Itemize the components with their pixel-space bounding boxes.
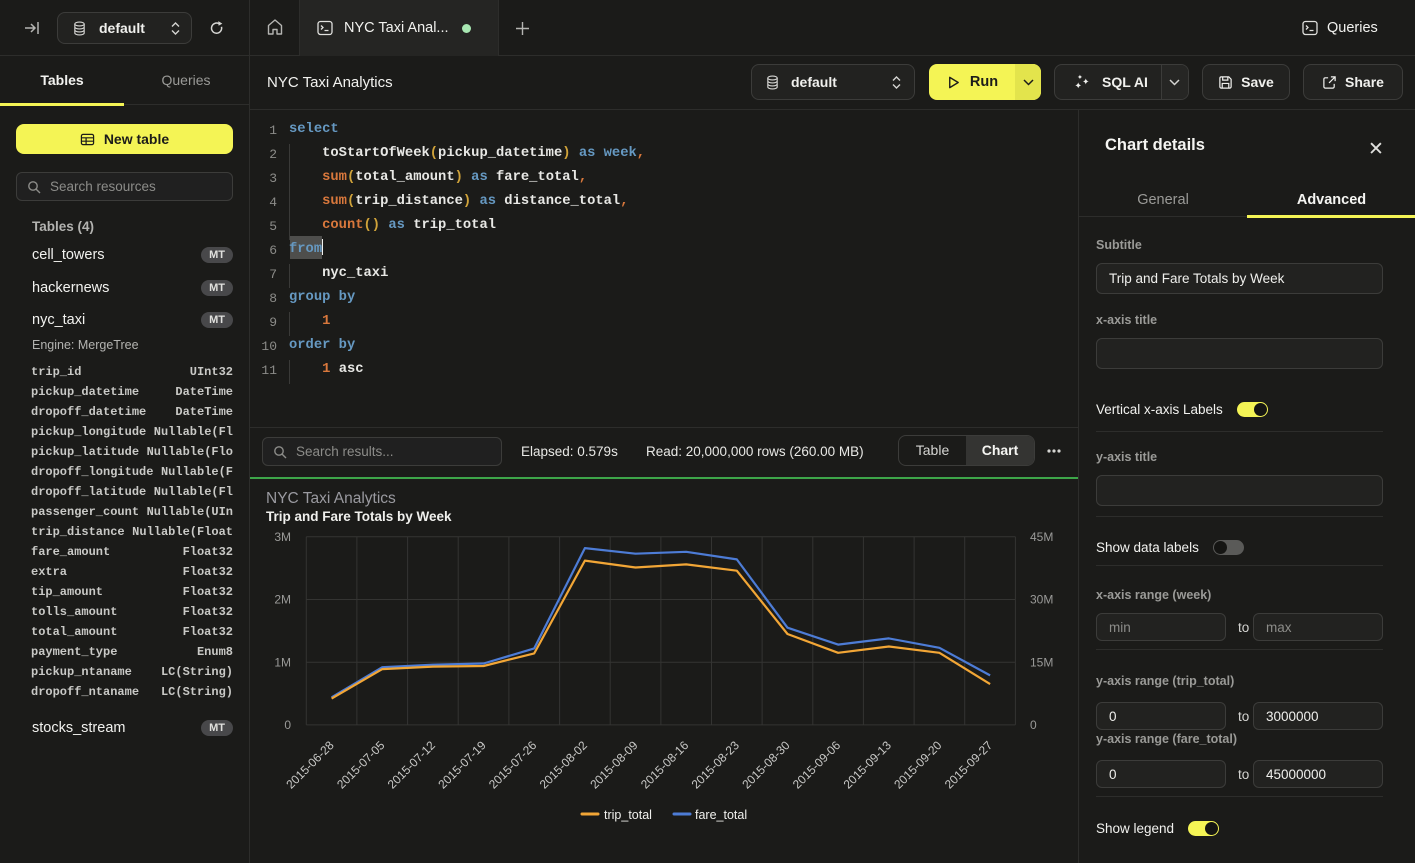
svg-text:2015-07-19: 2015-07-19 [435,738,489,792]
svg-text:45M: 45M [1030,530,1053,544]
svg-text:2015-08-09: 2015-08-09 [587,738,641,792]
svg-text:2015-07-12: 2015-07-12 [385,738,439,792]
svg-text:NYC Taxi Analytics: NYC Taxi Analytics [266,490,396,507]
svg-text:trip_total: trip_total [604,808,652,822]
svg-text:2015-08-30: 2015-08-30 [739,738,793,792]
svg-text:2015-07-26: 2015-07-26 [486,738,540,792]
svg-text:30M: 30M [1030,593,1053,607]
svg-text:2015-06-28: 2015-06-28 [283,738,337,792]
svg-text:2015-09-06: 2015-09-06 [790,738,844,792]
svg-text:15M: 15M [1030,655,1053,669]
svg-text:fare_total: fare_total [695,808,747,822]
svg-text:2015-09-27: 2015-09-27 [942,738,996,792]
svg-text:2M: 2M [274,593,291,607]
svg-text:2015-07-05: 2015-07-05 [334,738,388,792]
svg-text:2015-08-23: 2015-08-23 [689,738,743,792]
svg-text:1M: 1M [274,655,291,669]
svg-text:0: 0 [1030,718,1037,732]
svg-text:2015-09-20: 2015-09-20 [891,738,945,792]
svg-text:2015-09-13: 2015-09-13 [841,738,895,792]
svg-text:3M: 3M [274,530,291,544]
svg-text:2015-08-16: 2015-08-16 [638,738,692,792]
svg-text:Trip and Fare Totals by Week: Trip and Fare Totals by Week [266,509,452,524]
svg-text:0: 0 [284,718,291,732]
svg-text:2015-08-02: 2015-08-02 [537,738,591,792]
